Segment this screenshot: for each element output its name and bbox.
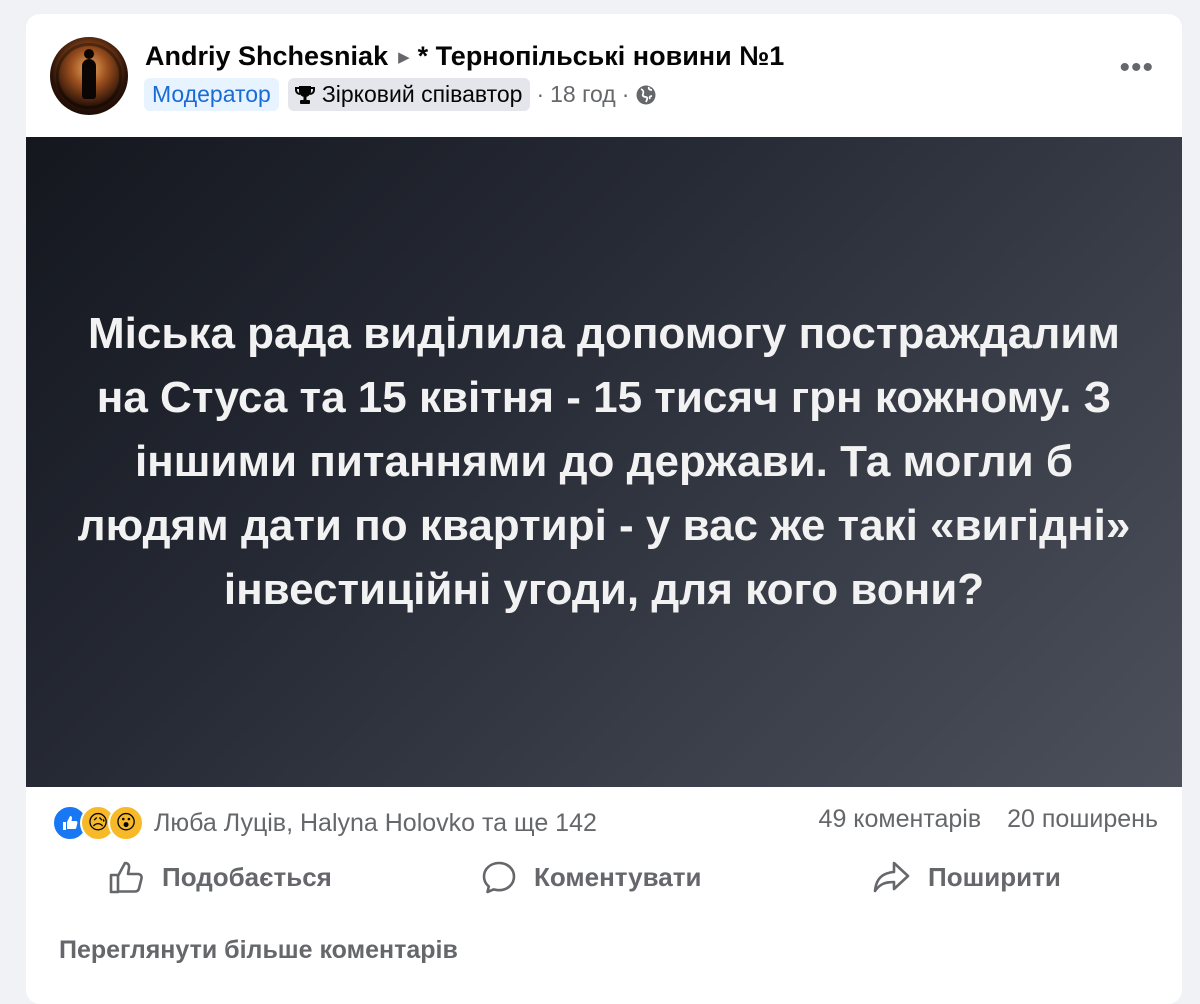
share-label: Поширити <box>928 861 1061 892</box>
share-icon <box>873 861 910 893</box>
like-label: Подобається <box>162 861 332 892</box>
post-time[interactable]: 18 год <box>550 81 616 108</box>
star-contributor-label: Зірковий співавтор <box>321 81 523 107</box>
comments-count[interactable]: 49 коментарів <box>819 805 982 834</box>
reaction-icons: 😥 😮 <box>52 805 144 841</box>
post-card: Andriy Shchesniak ▶ * Тернопільські нови… <box>26 14 1182 1004</box>
wow-icon: 😮 <box>108 805 144 841</box>
engagement-counts: 49 коментарів 20 поширень <box>819 805 1158 834</box>
globe-icon <box>636 85 656 104</box>
comment-button[interactable]: Коментувати <box>480 859 701 895</box>
post-image[interactable]: Міська рада виділила допомогу постраждал… <box>26 137 1182 787</box>
post-header: Andriy Shchesniak ▶ * Тернопільські нови… <box>145 41 784 72</box>
author-name[interactable]: Andriy Shchesniak <box>145 41 388 72</box>
reactions-summary[interactable]: 😥 😮 Люба Луців, Halyna Holovko та ще 142 <box>52 805 597 841</box>
separator: · <box>621 81 630 107</box>
thumbs-up-icon <box>109 861 143 894</box>
more-options-button[interactable]: ••• <box>1119 53 1154 83</box>
reaction-names[interactable]: Люба Луців, Halyna Holovko та ще 142 <box>154 809 597 838</box>
separator: · <box>536 81 545 107</box>
comment-label: Коментувати <box>534 861 702 892</box>
moderator-badge[interactable]: Модератор <box>144 78 279 111</box>
action-bar: Подобається Коментувати Поширити <box>26 859 1182 905</box>
trophy-icon <box>294 85 315 104</box>
view-more-comments-link[interactable]: Переглянути більше коментарів <box>59 936 458 965</box>
group-name[interactable]: * Тернопільські новини №1 <box>418 41 785 72</box>
comment-icon <box>482 861 516 894</box>
caret-right-icon: ▶ <box>398 48 410 66</box>
post-meta: Модератор Зірковий співавтор · 18 год · <box>144 78 657 111</box>
shares-count[interactable]: 20 поширень <box>1007 805 1158 834</box>
like-button[interactable]: Подобається <box>108 859 332 895</box>
avatar[interactable] <box>50 37 128 115</box>
star-contributor-badge[interactable]: Зірковий співавтор <box>287 78 531 111</box>
post-image-text: Міська рада виділила допомогу постраждал… <box>77 309 1131 614</box>
share-button[interactable]: Поширити <box>872 859 1061 895</box>
